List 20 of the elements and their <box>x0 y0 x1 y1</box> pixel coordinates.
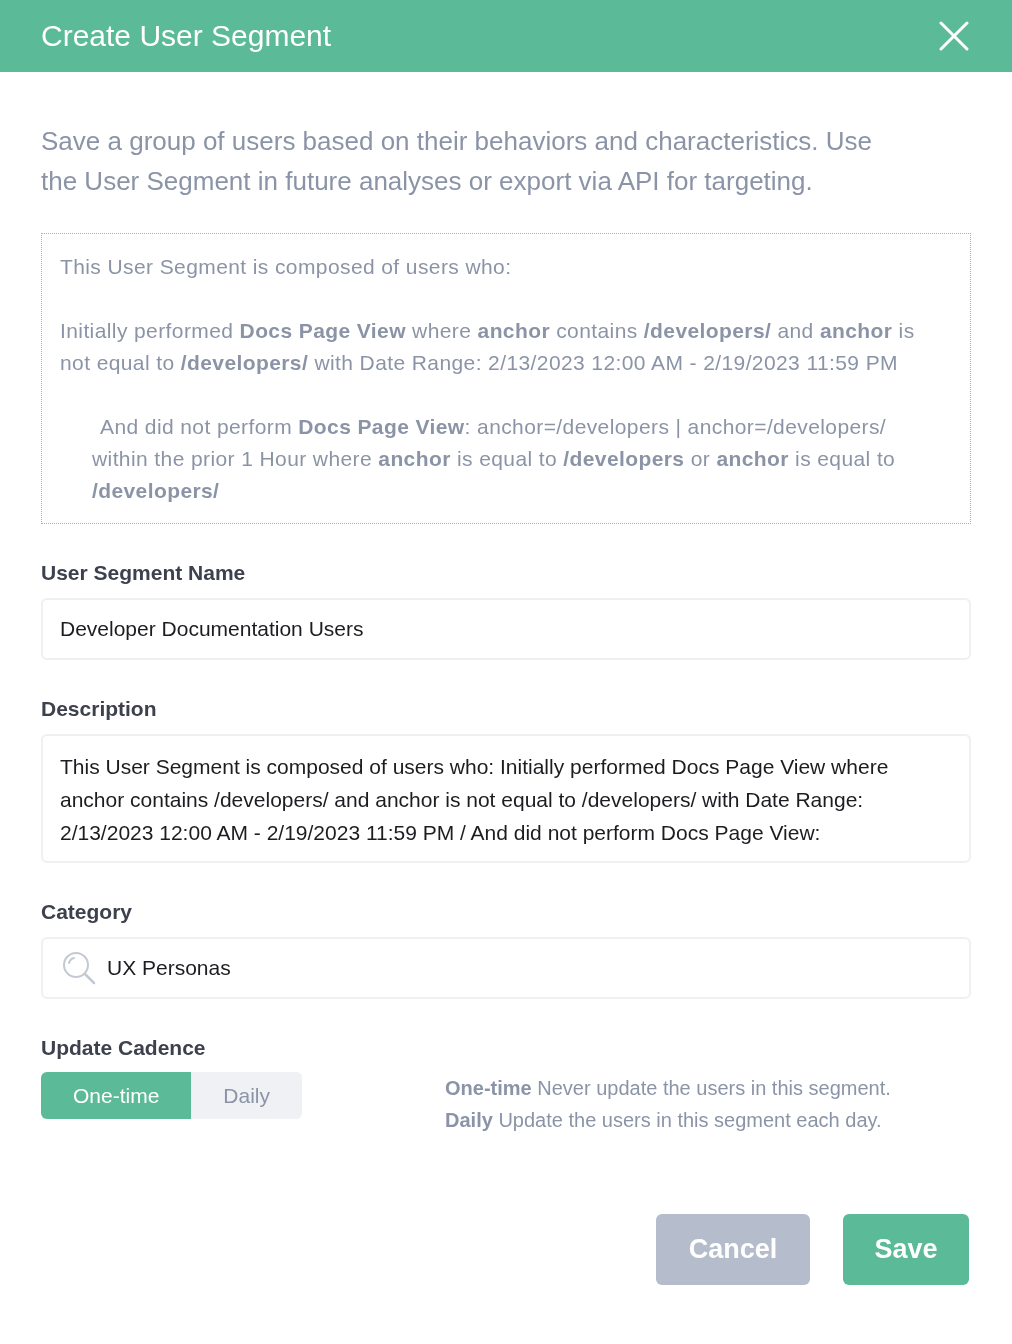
close-button[interactable] <box>939 21 969 51</box>
intro-text: Save a group of users based on their behaviors and characteristics. Use the User Segment in future analyses or export via API for targeting. <box>41 125 873 198</box>
close-icon <box>939 21 969 51</box>
summary-text: Initially performed Docs Page View where anchor contains /developers/ and anchor is not equal to /developers/ with Date Range: 2/13/2023 12:00 AM - 2/19/2023 11:59 PM <box>60 318 916 376</box>
save-button[interactable]: Save <box>843 1214 969 1285</box>
search-icon <box>62 951 96 985</box>
cadence-help-text: One-time Never update the users in this segment. <box>445 1076 891 1101</box>
summary-text: And did not perform Docs Page View: anchor=/developers | anchor=/developers/ within the prior 1 Hour where anchor is equal to /developers or anchor is equal to /developers/ <box>92 414 897 504</box>
field-label: Category <box>41 899 134 925</box>
dialog-title: Create User Segment <box>41 18 332 54</box>
cadence-help-text: Daily Update the users in this segment each day. <box>445 1108 883 1133</box>
cadence-option[interactable]: One-time <box>41 1072 192 1119</box>
text-input[interactable]: Developer Documentation Users <box>41 598 971 660</box>
summary-text: This User Segment is composed of users who: <box>60 254 513 280</box>
description-textarea[interactable]: This User Segment is composed of users who: Initially performed Docs Page View where anchor contains /developers/ and anchor is not equal to /developers/ with Date Range: 2/13/2023 12:00 AM - 2/19/2023 11:59 PM / And did not perform Docs Page View: <box>41 734 971 863</box>
field-label: Update Cadence <box>41 1035 207 1061</box>
field-label: Description <box>41 696 158 722</box>
cancel-button[interactable]: Cancel <box>656 1214 810 1285</box>
category-search-field[interactable]: UX Personas <box>41 937 971 999</box>
field-label: User Segment Name <box>41 560 247 586</box>
